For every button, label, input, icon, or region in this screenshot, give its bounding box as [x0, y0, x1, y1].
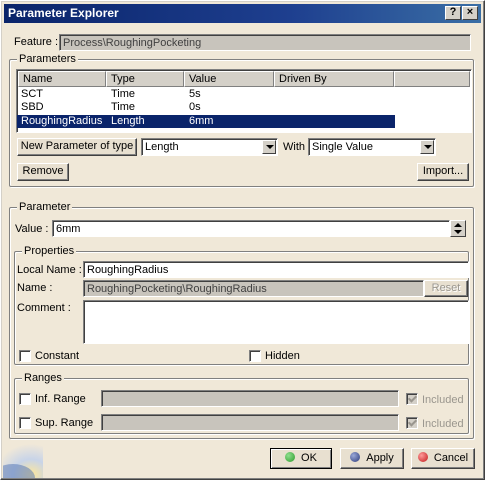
sup-range-input: [101, 414, 399, 431]
blue-circle-icon: [350, 452, 361, 462]
hidden-label: Hidden: [265, 350, 300, 362]
sup-range-checkbox[interactable]: [19, 417, 31, 429]
comment-label: Comment :: [17, 302, 71, 314]
cell-value: 6mm: [189, 115, 214, 127]
feature-field: Process\RoughingPocketing: [59, 34, 471, 51]
with-select-value: Single Value: [312, 141, 373, 153]
window-title: Parameter Explorer: [8, 6, 119, 20]
spinner-arrows-icon: [454, 223, 462, 234]
parameter-group-title: Parameter: [17, 201, 73, 213]
cancel-button[interactable]: Cancel: [411, 448, 475, 469]
remove-button[interactable]: Remove: [17, 163, 69, 181]
with-select[interactable]: Single Value: [308, 138, 436, 156]
apply-label: Apply: [366, 452, 394, 464]
comment-textarea[interactable]: [83, 300, 469, 344]
parameters-table[interactable]: Name Type Value Driven By SCT Time 5s SB…: [16, 69, 472, 133]
column-header-driven-by[interactable]: Driven By: [274, 71, 394, 87]
cell-value: 5s: [189, 88, 201, 100]
parameter-type-select[interactable]: Length: [141, 138, 278, 156]
local-name-input[interactable]: RoughingRadius: [83, 261, 469, 278]
inf-range-checkbox[interactable]: [19, 393, 31, 405]
inf-included-checkbox[interactable]: [406, 393, 418, 405]
name-field: RoughingPocketing\RoughingRadius: [83, 280, 424, 297]
new-parameter-button[interactable]: New Parameter of type: [17, 138, 137, 156]
chevron-down-icon[interactable]: [420, 140, 434, 154]
column-header-value[interactable]: Value: [184, 71, 274, 87]
inf-range-label: Inf. Range: [35, 393, 86, 405]
cell-type: Time: [111, 88, 136, 100]
value-spinner[interactable]: [450, 220, 466, 237]
ranges-group-title: Ranges: [22, 372, 64, 384]
title-bar: Parameter Explorer ? ×: [4, 4, 481, 23]
cell-type: Length: [111, 115, 145, 127]
column-header-name[interactable]: Name: [18, 71, 106, 87]
sup-included-checkbox[interactable]: [406, 417, 418, 429]
feature-label: Feature :: [14, 36, 59, 48]
apply-button[interactable]: Apply: [340, 448, 404, 469]
hidden-checkbox[interactable]: [249, 350, 261, 362]
ok-button[interactable]: OK: [270, 448, 332, 469]
constant-checkbox[interactable]: [19, 350, 31, 362]
feature-value: Process\RoughingPocketing: [63, 37, 202, 49]
cell-name: RoughingRadius: [21, 115, 103, 127]
name-value: RoughingPocketing\RoughingRadius: [87, 283, 267, 295]
name-label: Name :: [17, 282, 53, 294]
local-name-label: Local Name :: [17, 264, 82, 276]
table-row[interactable]: SBD Time 0s: [17, 101, 395, 114]
column-header-type[interactable]: Type: [106, 71, 184, 87]
chevron-down-icon[interactable]: [262, 140, 276, 154]
help-button[interactable]: ?: [445, 6, 461, 20]
cell-name: SBD: [21, 101, 44, 113]
reset-button[interactable]: Reset: [424, 280, 468, 297]
with-label: With: [283, 141, 305, 153]
parameter-type-value: Length: [145, 141, 179, 153]
parameter-explorer-dialog: Parameter Explorer ? × Feature : Process…: [0, 0, 485, 480]
inf-range-input: [101, 390, 399, 407]
sunrise-logo-icon: [3, 444, 43, 478]
ok-label: OK: [301, 452, 317, 464]
parameters-group-title: Parameters: [17, 53, 78, 65]
cancel-label: Cancel: [433, 452, 469, 464]
properties-group-title: Properties: [22, 245, 77, 257]
inf-included-label: Included: [422, 394, 464, 406]
value-input-text: 6mm: [56, 223, 81, 235]
constant-label: Constant: [35, 350, 80, 362]
value-label: Value :: [15, 223, 49, 235]
close-button[interactable]: ×: [462, 6, 478, 20]
cell-type: Time: [111, 101, 136, 113]
table-row[interactable]: SCT Time 5s: [17, 88, 395, 101]
sup-included-label: Included: [422, 418, 464, 430]
import-button[interactable]: Import...: [417, 163, 469, 181]
red-circle-icon: [417, 452, 428, 462]
green-circle-icon: [285, 452, 296, 462]
cell-name: SCT: [21, 88, 43, 100]
column-header-filler: [394, 71, 470, 87]
table-row-selected[interactable]: RoughingRadius Length 6mm: [17, 115, 395, 128]
local-name-value: RoughingRadius: [87, 264, 169, 276]
cell-value: 0s: [189, 101, 201, 113]
value-input[interactable]: 6mm: [52, 220, 450, 237]
sup-range-label: Sup. Range: [35, 417, 94, 429]
